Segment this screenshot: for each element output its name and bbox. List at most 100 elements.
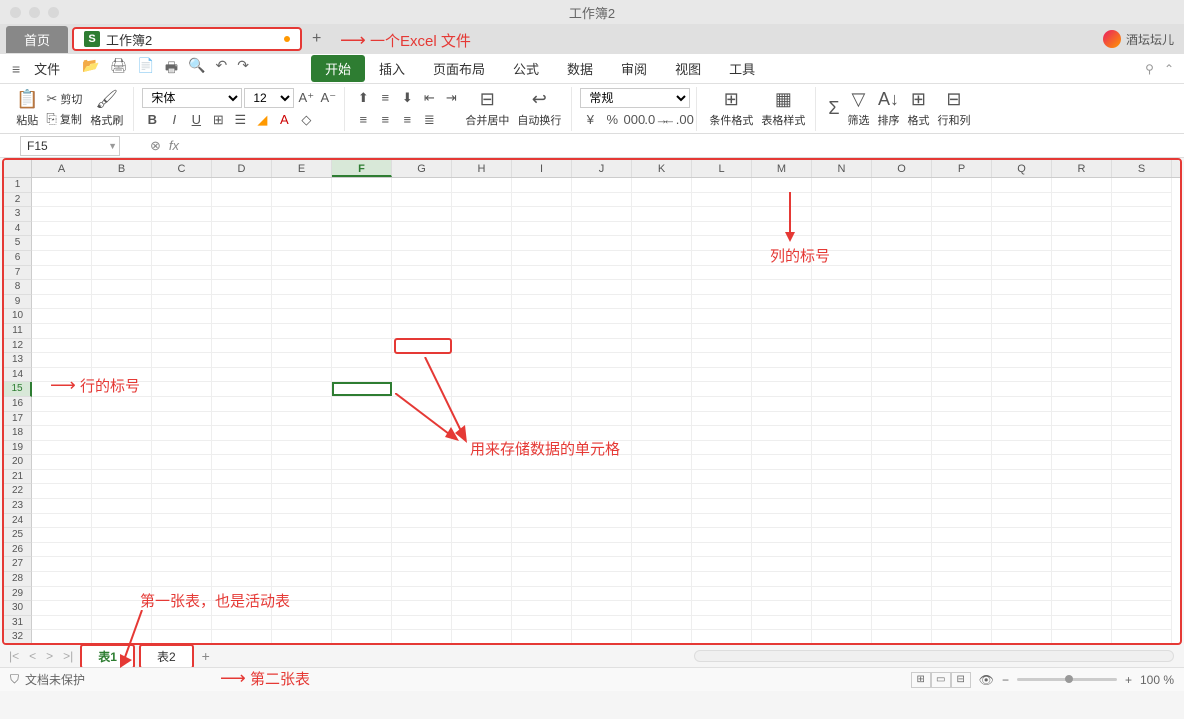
sum-button[interactable]: Σ	[824, 87, 843, 131]
row-header-32[interactable]: 32	[4, 630, 32, 645]
tab-layout[interactable]: 页面布局	[419, 55, 499, 82]
col-header-R[interactable]: R	[1052, 160, 1112, 177]
export-icon[interactable]: 📄	[135, 55, 156, 83]
row-header-2[interactable]: 2	[4, 193, 32, 208]
table-style-button[interactable]: ▦ 表格样式	[757, 87, 809, 131]
row-header-27[interactable]: 27	[4, 557, 32, 572]
tab-data[interactable]: 数据	[553, 55, 607, 82]
merge-button[interactable]: ⊟ 合并居中	[461, 87, 513, 131]
tab-start[interactable]: 开始	[311, 55, 365, 82]
row-header-11[interactable]: 11	[4, 324, 32, 339]
row-header-18[interactable]: 18	[4, 426, 32, 441]
filter-button[interactable]: ▽ 筛选	[843, 87, 873, 131]
paste-button[interactable]: 📋 粘贴	[12, 87, 42, 131]
align-center-icon[interactable]: ≡	[375, 110, 395, 130]
col-header-S[interactable]: S	[1112, 160, 1172, 177]
indent-increase-icon[interactable]: ⇥	[441, 88, 461, 108]
col-header-D[interactable]: D	[212, 160, 272, 177]
tab-insert[interactable]: 插入	[365, 55, 419, 82]
row-header-8[interactable]: 8	[4, 280, 32, 295]
col-header-N[interactable]: N	[812, 160, 872, 177]
row-header-29[interactable]: 29	[4, 587, 32, 602]
add-sheet-button[interactable]: +	[202, 648, 210, 664]
increase-font-icon[interactable]: A⁺	[296, 88, 316, 108]
currency-icon[interactable]: ¥	[580, 110, 600, 130]
fill-color-button[interactable]: ◢	[252, 110, 272, 130]
save-icon[interactable]: 🖨	[108, 55, 130, 83]
row-header-6[interactable]: 6	[4, 251, 32, 266]
row-header-7[interactable]: 7	[4, 266, 32, 281]
col-header-I[interactable]: I	[512, 160, 572, 177]
clear-format-button[interactable]: ◇	[296, 110, 316, 130]
sheet-tab-1[interactable]: 表1	[80, 644, 135, 669]
fx-icon[interactable]: fx	[169, 138, 179, 154]
align-middle-icon[interactable]: ≡	[375, 88, 395, 108]
thousands-icon[interactable]: 000	[624, 110, 644, 130]
sheet-nav-prev-icon[interactable]: <	[26, 649, 39, 663]
print-icon[interactable]: 🖶	[163, 55, 180, 83]
col-header-J[interactable]: J	[572, 160, 632, 177]
row-header-3[interactable]: 3	[4, 207, 32, 222]
collapse-ribbon-icon[interactable]: ⌃	[1164, 62, 1174, 76]
col-header-K[interactable]: K	[632, 160, 692, 177]
align-left-icon[interactable]: ≡	[353, 110, 373, 130]
wrap-button[interactable]: ↩ 自动换行	[513, 87, 565, 131]
col-header-C[interactable]: C	[152, 160, 212, 177]
cells-area[interactable]	[32, 178, 1180, 645]
row-header-19[interactable]: 19	[4, 441, 32, 456]
percent-icon[interactable]: %	[602, 110, 622, 130]
distribute-icon[interactable]: ≣	[419, 110, 439, 130]
row-header-26[interactable]: 26	[4, 543, 32, 558]
sheet-nav-last-icon[interactable]: >|	[60, 649, 76, 663]
eye-icon[interactable]: 👁	[979, 673, 994, 687]
row-header-16[interactable]: 16	[4, 397, 32, 412]
row-header-12[interactable]: 12	[4, 339, 32, 354]
home-tab[interactable]: 首页	[6, 26, 68, 53]
normal-view-icon[interactable]: ⊞	[911, 672, 931, 688]
col-header-F[interactable]: F	[332, 160, 392, 177]
preview-icon[interactable]: 🔍	[186, 55, 207, 83]
cancel-formula-icon[interactable]: ⊗	[150, 138, 161, 154]
row-header-23[interactable]: 23	[4, 499, 32, 514]
sheet-nav-next-icon[interactable]: >	[43, 649, 56, 663]
open-icon[interactable]: 📂	[80, 55, 101, 83]
undo-icon[interactable]: ↶	[214, 55, 230, 83]
row-header-15[interactable]: 15	[4, 382, 32, 397]
workbook-tab[interactable]: S 工作簿2	[72, 27, 302, 51]
row-header-21[interactable]: 21	[4, 470, 32, 485]
close-window-icon[interactable]	[10, 7, 21, 18]
col-header-H[interactable]: H	[452, 160, 512, 177]
row-header-25[interactable]: 25	[4, 528, 32, 543]
maximize-window-icon[interactable]	[48, 7, 59, 18]
number-format-select[interactable]: 常规	[580, 88, 690, 108]
row-header-1[interactable]: 1	[4, 178, 32, 193]
row-header-30[interactable]: 30	[4, 601, 32, 616]
decrease-font-icon[interactable]: A⁻	[318, 88, 338, 108]
border-button[interactable]: ⊞	[208, 110, 228, 130]
font-name-select[interactable]: 宋体	[142, 88, 242, 108]
zoom-slider[interactable]	[1017, 678, 1117, 681]
sheet-tab-2[interactable]: 表2	[139, 644, 194, 669]
underline-button[interactable]: U	[186, 110, 206, 130]
share-icon[interactable]: ⚲	[1145, 62, 1154, 76]
user-badge[interactable]: 酒坛坛儿	[1103, 30, 1174, 48]
file-menu[interactable]: 文件	[28, 59, 66, 78]
indent-decrease-icon[interactable]: ⇤	[419, 88, 439, 108]
col-header-G[interactable]: G	[392, 160, 452, 177]
tab-tools[interactable]: 工具	[715, 55, 769, 82]
pagebreak-view-icon[interactable]: ⊟	[951, 672, 971, 688]
rowcol-button[interactable]: ⊟ 行和列	[933, 87, 974, 131]
zoom-out-button[interactable]: −	[1002, 673, 1009, 687]
tab-view[interactable]: 视图	[661, 55, 715, 82]
tab-review[interactable]: 审阅	[607, 55, 661, 82]
col-header-A[interactable]: A	[32, 160, 92, 177]
format-painter-button[interactable]: 🖌 格式刷	[86, 87, 127, 131]
col-header-E[interactable]: E	[272, 160, 332, 177]
conditional-format-button[interactable]: ⊞ 条件格式	[705, 87, 757, 131]
page-view-icon[interactable]: ▭	[931, 672, 951, 688]
redo-icon[interactable]: ↷	[235, 55, 251, 83]
row-header-28[interactable]: 28	[4, 572, 32, 587]
col-header-B[interactable]: B	[92, 160, 152, 177]
row-header-22[interactable]: 22	[4, 484, 32, 499]
row-header-9[interactable]: 9	[4, 295, 32, 310]
